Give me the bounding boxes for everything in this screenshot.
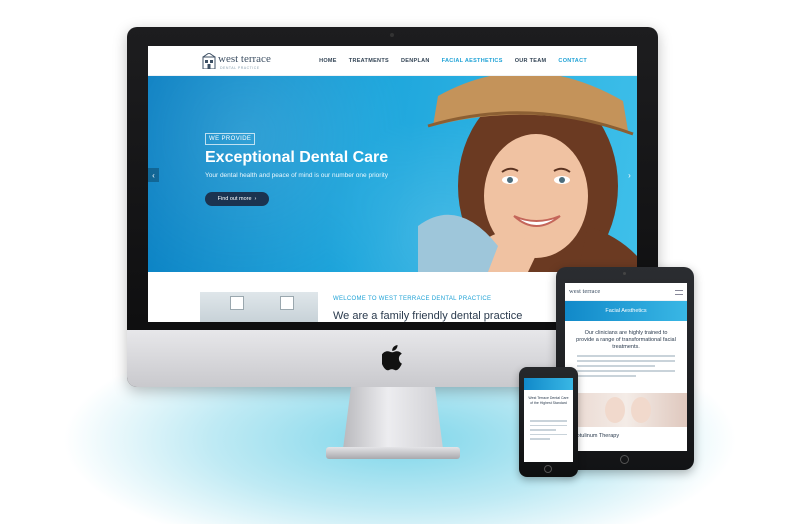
slider-next-button[interactable]: › [624, 168, 635, 182]
chevron-left-icon: ‹ [152, 170, 155, 180]
tablet-home-button [620, 455, 629, 464]
navbar: west terrace DENTAL PRACTICE HOME TREATM… [148, 46, 637, 76]
button-label: Find out more [217, 196, 252, 202]
face-shape [605, 397, 625, 423]
hero-subtitle: Your dental health and peace of mind is … [205, 172, 388, 179]
smiling-woman-photo [418, 76, 637, 272]
phone-banner [524, 378, 573, 390]
tablet-camera [623, 272, 626, 275]
chevron-right-icon: › [254, 196, 257, 202]
slider-prev-button[interactable]: ‹ [148, 168, 159, 182]
phone-screen: West Terrace Dental Care of the Highest … [524, 378, 573, 462]
devices-mockup: west terrace DENTAL PRACTICE HOME TREATM… [0, 0, 786, 524]
tablet-screen: west terrace Facial Aesthetics Our clini… [565, 283, 687, 451]
tablet-body-text [577, 355, 675, 380]
tablet-heading: Our clinicians are highly trained to pro… [576, 330, 676, 350]
hero-title: Exceptional Dental Care [205, 149, 389, 166]
building-logo-icon [202, 53, 216, 69]
window-shape [280, 296, 294, 310]
window-shape [230, 296, 244, 310]
tablet-logo[interactable]: west terrace [569, 288, 600, 295]
welcome-kicker: WELCOME TO WEST TERRACE DENTAL PRACTICE [333, 296, 492, 302]
imac-foot [326, 447, 460, 459]
apple-logo-icon [382, 345, 402, 371]
nav-home[interactable]: HOME [319, 58, 337, 64]
nav-denplan[interactable]: DENPLAN [401, 58, 430, 64]
hamburger-menu-icon[interactable] [675, 290, 683, 295]
main-nav: HOME TREATMENTS DENPLAN FACIAL AESTHETIC… [319, 58, 587, 64]
practice-building-photo [200, 292, 318, 322]
hero-tag: WE PROVIDE [205, 133, 256, 145]
phone-home-button [544, 465, 552, 473]
hero-slider: WE PROVIDE Exceptional Dental Care Your … [148, 76, 637, 272]
nav-treatments[interactable]: TREATMENTS [349, 58, 389, 64]
nav-our-team[interactable]: OUR TEAM [515, 58, 547, 64]
phone-heading: West Terrace Dental Care of the Highest … [528, 396, 569, 405]
treatment-caption[interactable]: Botulinum Therapy [573, 433, 619, 439]
nav-facial-aesthetics[interactable]: FACIAL AESTHETICS [442, 58, 503, 64]
tablet-page-banner: Facial Aesthetics [565, 301, 687, 321]
webcam [390, 33, 394, 37]
find-out-more-button[interactable]: Find out more › [205, 192, 269, 206]
logo-text[interactable]: west terrace [218, 53, 271, 65]
imac-stand [343, 387, 443, 449]
welcome-title: We are a family friendly dental practice [333, 310, 523, 322]
face-shape [631, 397, 651, 423]
tablet-navbar: west terrace [565, 283, 687, 301]
chevron-right-icon: › [628, 170, 631, 180]
nav-contact[interactable]: CONTACT [558, 58, 587, 64]
facial-aesthetics-photo [565, 393, 687, 427]
phone-body-text [530, 420, 567, 443]
logo-tagline: DENTAL PRACTICE [220, 66, 260, 70]
